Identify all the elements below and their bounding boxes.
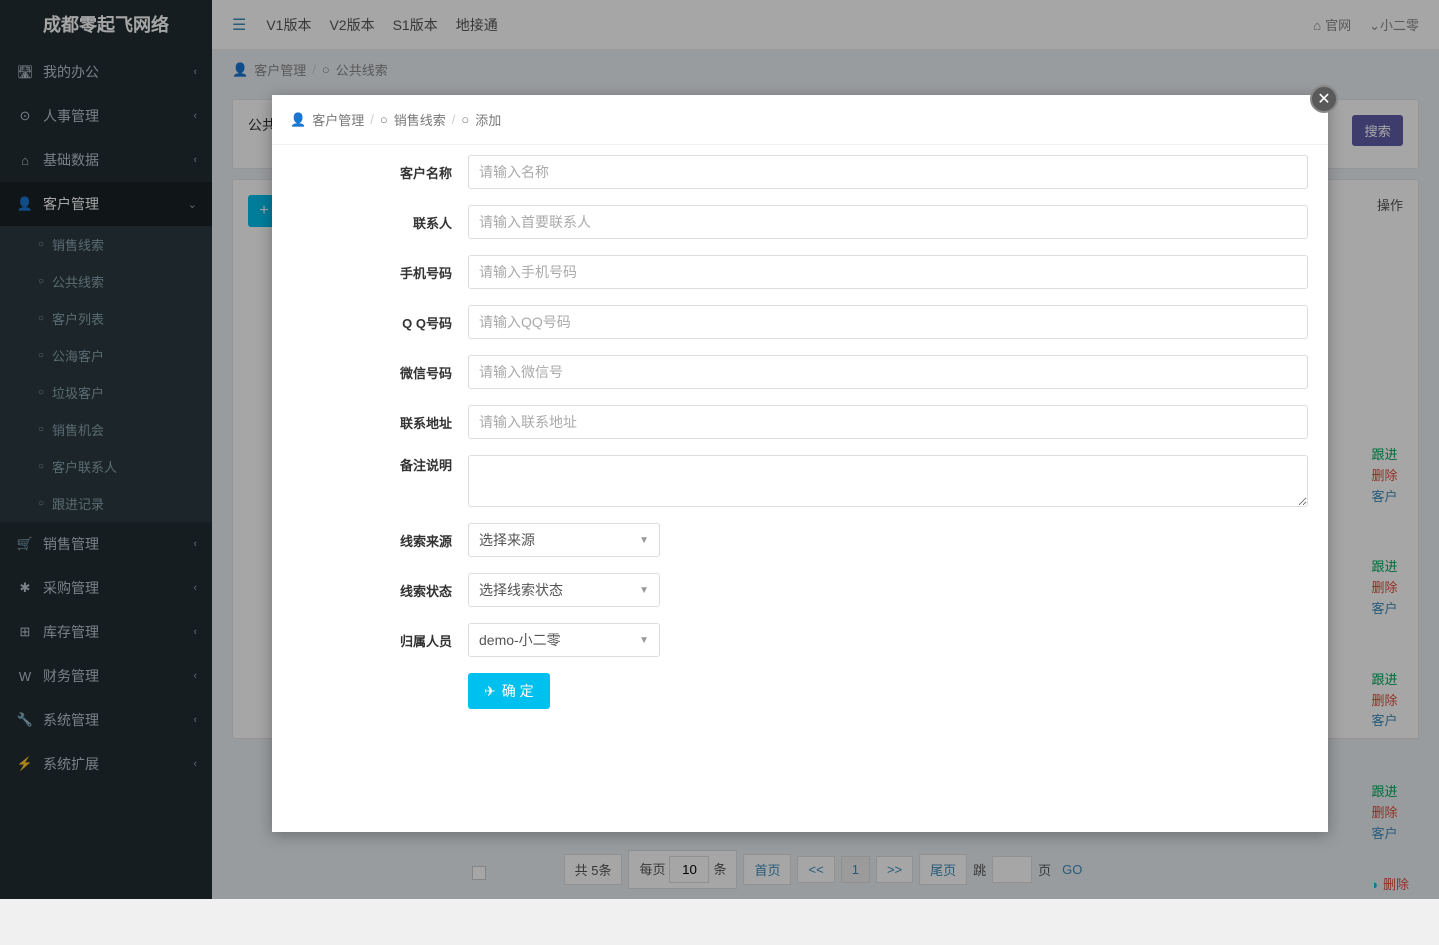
modal-breadcrumb: 👤 客户管理 / ○ 销售线索 / ○ 添加 xyxy=(272,95,1328,145)
phone-input[interactable] xyxy=(468,255,1308,289)
qq-input[interactable] xyxy=(468,305,1308,339)
status-label: 线索状态 xyxy=(292,581,468,600)
phone-label: 手机号码 xyxy=(292,263,468,282)
source-select[interactable]: 选择来源 ▼ xyxy=(468,523,660,557)
customer-name-input[interactable] xyxy=(468,155,1308,189)
separator: / xyxy=(370,112,374,127)
source-value: 选择来源 xyxy=(479,530,535,550)
lead-form: 客户名称 联系人 手机号码 Q Q号码 微信号码 联系地址 备注说明 线索来源选… xyxy=(272,145,1328,719)
address-label: 联系地址 xyxy=(292,413,468,432)
user-icon: 👤 xyxy=(290,112,306,128)
modal-bc-l2[interactable]: 销售线索 xyxy=(394,110,446,129)
remark-textarea[interactable] xyxy=(468,455,1308,507)
source-label: 线索来源 xyxy=(292,531,468,550)
circle-icon: ○ xyxy=(461,112,469,127)
remark-label: 备注说明 xyxy=(292,455,468,474)
status-select[interactable]: 选择线索状态 ▼ xyxy=(468,573,660,607)
caret-down-icon: ▼ xyxy=(639,585,649,596)
owner-select[interactable]: demo-小二零 ▼ xyxy=(468,623,660,657)
address-input[interactable] xyxy=(468,405,1308,439)
owner-value: demo-小二零 xyxy=(479,630,561,650)
customer-name-label: 客户名称 xyxy=(292,163,468,182)
modal-bc-l3: 添加 xyxy=(475,110,501,129)
caret-down-icon: ▼ xyxy=(639,535,649,546)
submit-label: 确 定 xyxy=(502,681,534,701)
submit-button[interactable]: ✈ 确 定 xyxy=(468,673,550,709)
caret-down-icon: ▼ xyxy=(639,635,649,646)
close-icon[interactable]: ✕ xyxy=(1310,85,1338,113)
wechat-input[interactable] xyxy=(468,355,1308,389)
separator: / xyxy=(452,112,456,127)
paper-plane-icon: ✈ xyxy=(484,683,496,700)
status-value: 选择线索状态 xyxy=(479,580,563,600)
qq-label: Q Q号码 xyxy=(292,313,468,332)
wechat-label: 微信号码 xyxy=(292,363,468,382)
modal-bc-l1[interactable]: 客户管理 xyxy=(312,110,364,129)
contact-label: 联系人 xyxy=(292,213,468,232)
contact-input[interactable] xyxy=(468,205,1308,239)
circle-icon: ○ xyxy=(380,112,388,127)
owner-label: 归属人员 xyxy=(292,631,468,650)
add-lead-modal: ✕ 👤 客户管理 / ○ 销售线索 / ○ 添加 客户名称 联系人 手机号码 Q… xyxy=(272,95,1328,832)
